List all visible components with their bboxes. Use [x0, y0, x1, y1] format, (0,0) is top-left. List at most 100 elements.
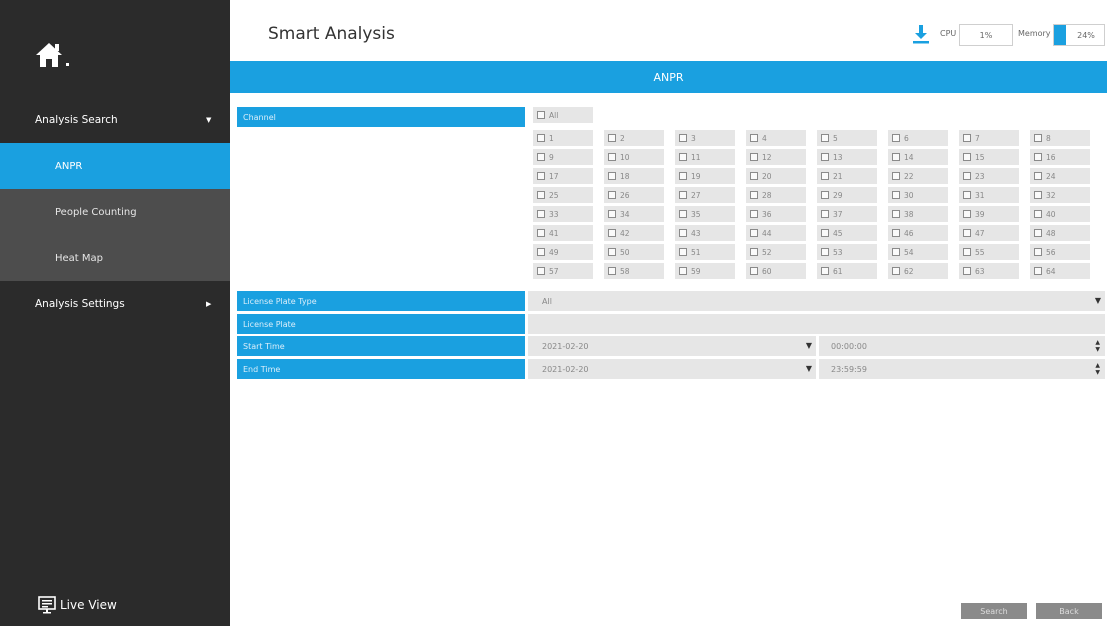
channel-checkbox[interactable]: 46 [888, 225, 948, 241]
channel-checkbox[interactable]: 30 [888, 187, 948, 203]
channel-all-checkbox[interactable]: All [533, 107, 593, 123]
live-view-button[interactable]: Live View [38, 596, 117, 614]
channel-checkbox[interactable]: 29 [817, 187, 877, 203]
channel-number: 24 [1046, 171, 1056, 181]
channel-checkbox[interactable]: 2 [604, 130, 664, 146]
end-date-select[interactable]: 2021-02-20 ▼ [528, 359, 816, 379]
channel-checkbox[interactable]: 33 [533, 206, 593, 222]
channel-checkbox[interactable]: 48 [1030, 225, 1090, 241]
channel-checkbox[interactable]: 24 [1030, 168, 1090, 184]
channel-checkbox[interactable]: 16 [1030, 149, 1090, 165]
channel-checkbox[interactable]: 7 [959, 130, 1019, 146]
license-plate-type-select[interactable]: All ▼ [528, 291, 1105, 311]
channel-number: 63 [975, 266, 985, 276]
channel-checkbox[interactable]: 58 [604, 263, 664, 279]
home-icon[interactable] [34, 40, 74, 70]
channel-checkbox[interactable]: 35 [675, 206, 735, 222]
license-plate-input[interactable] [528, 314, 1105, 334]
channel-checkbox[interactable]: 4 [746, 130, 806, 146]
channel-checkbox[interactable]: 34 [604, 206, 664, 222]
channel-checkbox[interactable]: 43 [675, 225, 735, 241]
channel-checkbox[interactable]: 6 [888, 130, 948, 146]
channel-checkbox[interactable]: 40 [1030, 206, 1090, 222]
channel-checkbox[interactable]: 9 [533, 149, 593, 165]
channel-checkbox[interactable]: 8 [1030, 130, 1090, 146]
search-button[interactable]: Search [961, 603, 1027, 619]
channel-checkbox[interactable]: 26 [604, 187, 664, 203]
channel-checkbox[interactable]: 63 [959, 263, 1019, 279]
channel-checkbox[interactable]: 60 [746, 263, 806, 279]
channel-checkbox[interactable]: 3 [675, 130, 735, 146]
channel-checkbox[interactable]: 27 [675, 187, 735, 203]
channel-checkbox[interactable]: 54 [888, 244, 948, 260]
channel-number: 47 [975, 228, 985, 238]
sidebar-item-label: ANPR [55, 160, 83, 172]
download-icon[interactable] [912, 24, 930, 44]
channel-checkbox[interactable]: 64 [1030, 263, 1090, 279]
channel-checkbox[interactable]: 39 [959, 206, 1019, 222]
channel-checkbox[interactable]: 44 [746, 225, 806, 241]
channel-checkbox[interactable]: 41 [533, 225, 593, 241]
license-plate-label: License Plate [237, 314, 525, 334]
sidebar-item-anpr[interactable]: ANPR [0, 143, 230, 189]
spinner-arrows-icon[interactable]: ▲ ▼ [1095, 339, 1100, 353]
back-button[interactable]: Back [1036, 603, 1102, 619]
channel-checkbox[interactable]: 17 [533, 168, 593, 184]
sidebar-item-people-counting[interactable]: People Counting [0, 189, 230, 235]
spinner-arrows-icon[interactable]: ▲ ▼ [1095, 362, 1100, 376]
channel-checkbox[interactable]: 38 [888, 206, 948, 222]
channel-checkbox[interactable]: 12 [746, 149, 806, 165]
channel-checkbox[interactable]: 11 [675, 149, 735, 165]
channel-number: 30 [904, 190, 914, 200]
channel-checkbox[interactable]: 49 [533, 244, 593, 260]
start-date-select[interactable]: 2021-02-20 ▼ [528, 336, 816, 356]
channel-checkbox[interactable]: 23 [959, 168, 1019, 184]
channel-checkbox[interactable]: 42 [604, 225, 664, 241]
channel-checkbox[interactable]: 47 [959, 225, 1019, 241]
channel-number: 40 [1046, 209, 1056, 219]
channel-checkbox[interactable]: 57 [533, 263, 593, 279]
channel-number: 60 [762, 266, 772, 276]
checkbox-icon [963, 191, 971, 199]
channel-checkbox[interactable]: 62 [888, 263, 948, 279]
sidebar-item-heat-map[interactable]: Heat Map [0, 235, 230, 281]
channel-checkbox[interactable]: 31 [959, 187, 1019, 203]
channel-checkbox[interactable]: 52 [746, 244, 806, 260]
channel-checkbox[interactable]: 51 [675, 244, 735, 260]
channel-checkbox[interactable]: 18 [604, 168, 664, 184]
channel-checkbox[interactable]: 25 [533, 187, 593, 203]
channel-checkbox[interactable]: 50 [604, 244, 664, 260]
channel-checkbox[interactable]: 20 [746, 168, 806, 184]
channel-checkbox[interactable]: 53 [817, 244, 877, 260]
menu-analysis-search[interactable]: Analysis Search ▼ [0, 97, 230, 143]
checkbox-icon [608, 210, 616, 218]
end-date-value: 2021-02-20 [542, 364, 589, 374]
channel-checkbox[interactable]: 37 [817, 206, 877, 222]
channel-checkbox[interactable]: 55 [959, 244, 1019, 260]
checkbox-icon [750, 134, 758, 142]
checkbox-icon [963, 229, 971, 237]
channel-checkbox[interactable]: 14 [888, 149, 948, 165]
channel-checkbox[interactable]: 28 [746, 187, 806, 203]
channel-checkbox[interactable]: 22 [888, 168, 948, 184]
channel-checkbox[interactable]: 59 [675, 263, 735, 279]
channel-checkbox[interactable]: 36 [746, 206, 806, 222]
channel-checkbox[interactable]: 1 [533, 130, 593, 146]
checkbox-icon [537, 153, 545, 161]
channel-checkbox[interactable]: 32 [1030, 187, 1090, 203]
channel-checkbox[interactable]: 10 [604, 149, 664, 165]
start-time-spinner[interactable]: 00:00:00 ▲ ▼ [819, 336, 1105, 356]
channel-checkbox[interactable]: 13 [817, 149, 877, 165]
cpu-value: 1% [979, 30, 993, 40]
channel-checkbox[interactable]: 19 [675, 168, 735, 184]
channel-checkbox[interactable]: 5 [817, 130, 877, 146]
channel-checkbox[interactable]: 56 [1030, 244, 1090, 260]
channel-checkbox[interactable]: 21 [817, 168, 877, 184]
channel-checkbox[interactable]: 45 [817, 225, 877, 241]
channel-checkbox[interactable]: 61 [817, 263, 877, 279]
end-time-spinner[interactable]: 23:59:59 ▲ ▼ [819, 359, 1105, 379]
menu-analysis-settings[interactable]: Analysis Settings ▶ [0, 281, 230, 327]
channel-number: 4 [762, 133, 767, 143]
channel-checkbox[interactable]: 15 [959, 149, 1019, 165]
checkbox-icon [1034, 134, 1042, 142]
